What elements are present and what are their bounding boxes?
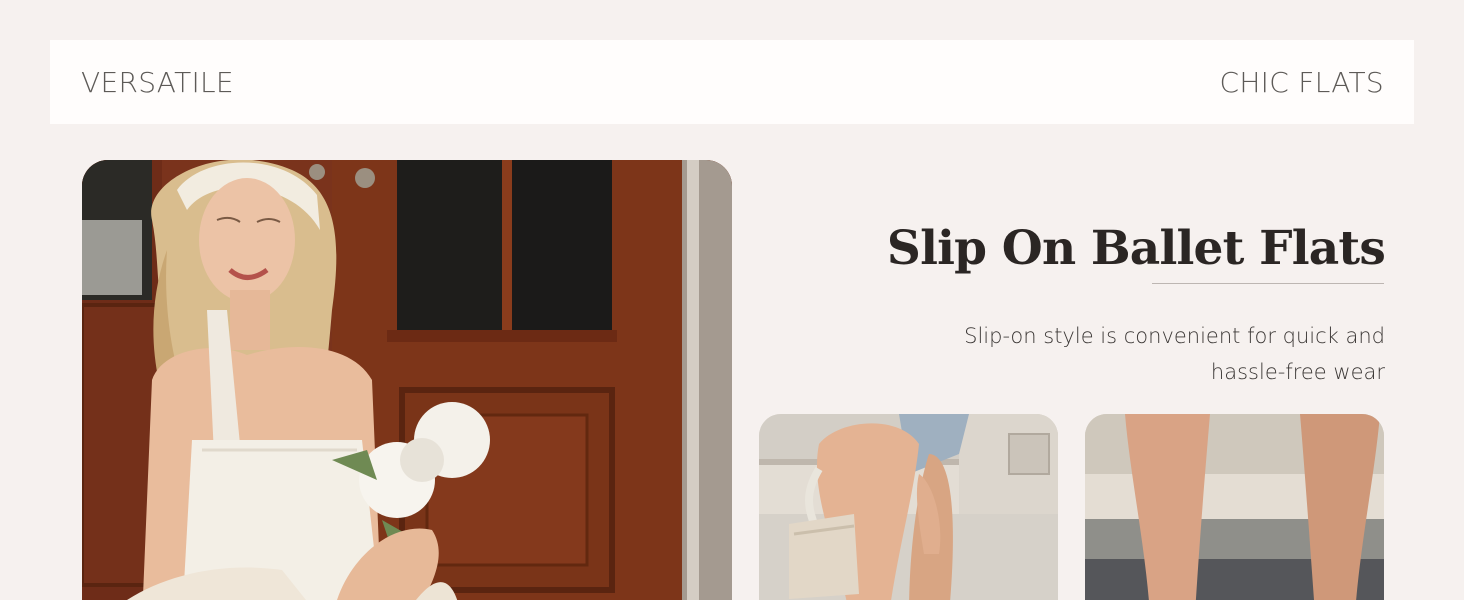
banner-left-label: VERSATILE — [81, 65, 234, 99]
detail-photo-handbag — [759, 414, 1058, 600]
title-divider — [1152, 283, 1384, 284]
detail-photo-legs — [1085, 414, 1384, 600]
feature-description: Slip-on style is convenient for quick an… — [964, 324, 1385, 384]
top-banner: VERSATILE CHIC FLATS — [50, 40, 1414, 124]
page: VERSATILE CHIC FLATS Slip On Ballet Flat… — [0, 0, 1464, 600]
banner-right-label: CHIC FLATS — [1219, 65, 1384, 99]
main-product-photo — [82, 160, 732, 600]
feature-title: Slip On Ballet Flats — [886, 221, 1386, 277]
